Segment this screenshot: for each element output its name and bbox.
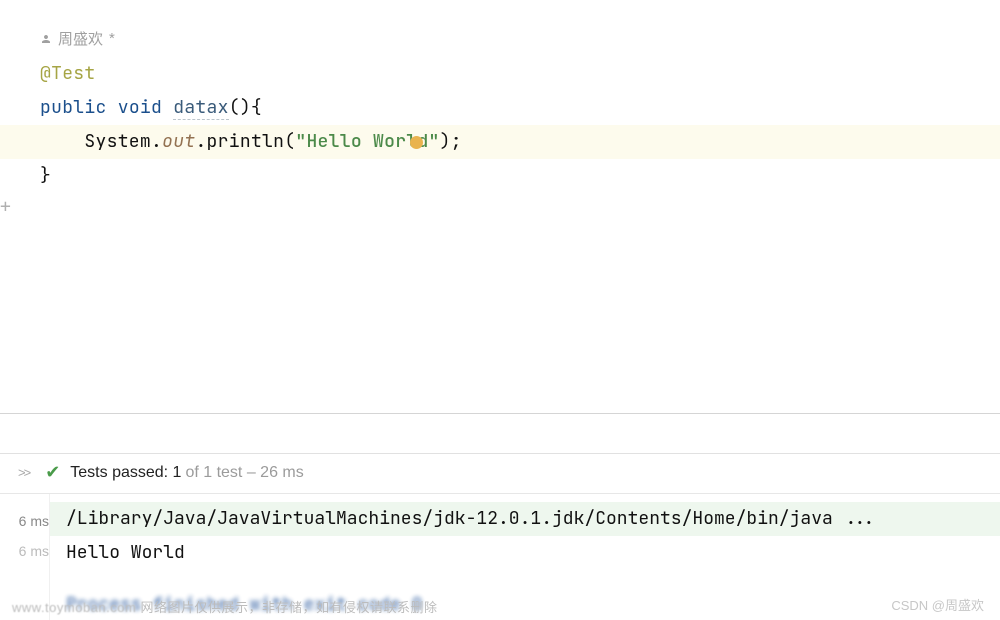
console-line: Hello World (66, 538, 984, 568)
chevrons-icon[interactable]: >> (18, 465, 29, 480)
code-editor[interactable]: 周盛欢 * @Test public void datax(){ System.… (0, 0, 1000, 193)
person-icon (40, 33, 52, 45)
author-name: 周盛欢 (58, 28, 103, 49)
ident-system: System (84, 130, 151, 153)
tests-passed-count: Tests passed: 1 (70, 464, 181, 482)
watermark-right: CSDN @周盛欢 (891, 595, 984, 614)
annotation-token: @Test (40, 62, 96, 85)
gutter-plus-icon[interactable]: + (0, 196, 11, 217)
code-block[interactable]: @Test public void datax(){ System.out.pr… (40, 57, 1000, 193)
watermark-left: www.toymoban.com 网络图片仅供展示，非存储，如有侵权请联系删除 (12, 597, 437, 616)
code-line-highlighted[interactable]: System.out.println("Hello World"); (0, 125, 1000, 159)
author-annotation: 周盛欢 * (40, 28, 1000, 49)
check-icon: ✔ (45, 462, 60, 483)
timing-row: 6 ms (0, 506, 49, 536)
panel-divider[interactable] (0, 413, 1000, 414)
results-header: >> ✔ Tests passed: 1 of 1 test – 26 ms (0, 453, 1000, 494)
code-line-signature[interactable]: public void datax(){ (40, 91, 1000, 125)
timing-row: 6 ms (0, 536, 49, 566)
console-line: /Library/Java/JavaVirtualMachines/jdk-12… (50, 502, 1000, 536)
test-results-panel: >> ✔ Tests passed: 1 of 1 test – 26 ms 6… (0, 453, 1000, 620)
field-out: out (162, 130, 195, 153)
method-name: datax (173, 96, 229, 120)
code-line-annotation[interactable]: @Test (40, 57, 1000, 91)
tests-passed-detail: of 1 test – 26 ms (185, 464, 303, 482)
code-line-close[interactable]: } (40, 159, 1000, 193)
dirty-marker: * (109, 30, 115, 47)
breakpoint-icon[interactable] (410, 136, 423, 149)
keyword-void: void (118, 96, 162, 119)
keyword-public: public (40, 96, 107, 119)
method-println: println (207, 130, 285, 153)
